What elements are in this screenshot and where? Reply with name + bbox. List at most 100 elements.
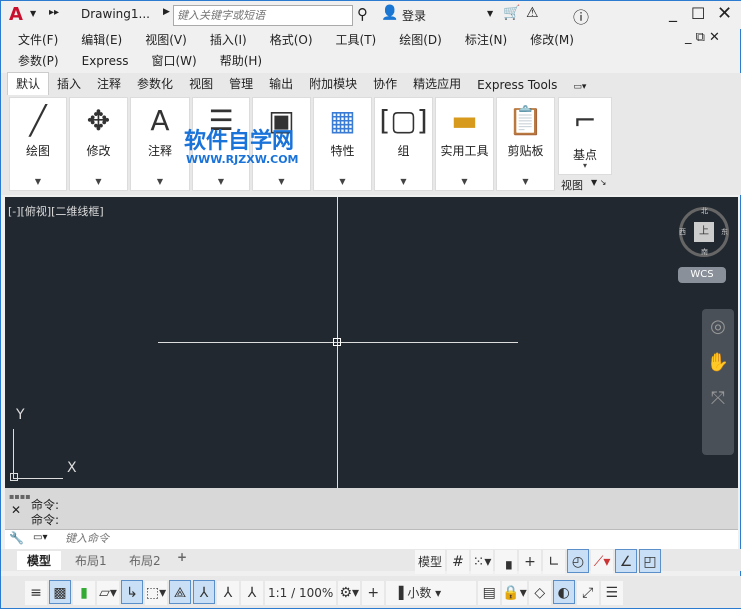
autocad-logo-icon[interactable]: A: [9, 4, 23, 25]
object-snap-icon[interactable]: ◰: [639, 549, 662, 573]
transparency-icon[interactable]: ▩: [49, 580, 71, 604]
customize-icon[interactable]: 🔧: [9, 531, 24, 545]
quick-access-expand-icon[interactable]: ▸▸: [49, 7, 59, 18]
menu-file[interactable]: 文件(F): [18, 31, 58, 48]
doc-window-controls[interactable]: _ ⧉ ✕: [685, 30, 720, 45]
grid-icon[interactable]: #: [447, 550, 470, 574]
chevron-down-icon[interactable]: ▼: [487, 9, 493, 18]
menu-format[interactable]: 格式(O): [270, 31, 313, 48]
annotation-visibility-icon[interactable]: ⅄: [193, 580, 215, 604]
drawing-viewport[interactable]: [-][俯视][二维线框] 北 南 西 东 上 WCS ◎ ✋ ⤧ Y X: [5, 197, 738, 488]
menu-draw[interactable]: 绘图(D): [399, 31, 442, 48]
viewcube-top[interactable]: 上: [694, 222, 714, 242]
command-input[interactable]: [65, 531, 725, 547]
panel-modify[interactable]: ✥ 修改 ▼: [69, 97, 128, 191]
maximize-button[interactable]: ☐: [691, 4, 705, 23]
close-button[interactable]: ✕: [717, 3, 732, 24]
tab-annotate[interactable]: 注释: [89, 73, 129, 95]
tab-addins[interactable]: 附加模块: [301, 73, 365, 95]
tab-layout2[interactable]: 布局2: [121, 551, 169, 570]
3d-osnap-icon[interactable]: ▱▾: [97, 581, 119, 605]
menu-insert[interactable]: 插入(I): [210, 31, 247, 48]
chevron-down-icon[interactable]: ▼: [30, 9, 36, 18]
annotation-monitor-icon[interactable]: +: [362, 581, 385, 605]
tab-parametric[interactable]: 参数化: [129, 73, 181, 95]
user-icon[interactable]: 👤: [381, 5, 398, 21]
menu-express[interactable]: Express: [82, 54, 129, 68]
menu-parametric[interactable]: 参数(P): [18, 52, 59, 69]
customization-menu-icon[interactable]: ☰: [600, 581, 623, 605]
workspace-gear-icon[interactable]: ⚙▾: [338, 581, 361, 605]
isolate-objects-icon[interactable]: ◇: [528, 581, 551, 605]
annotation-scale-select[interactable]: 1:1 / 100%: [265, 581, 337, 605]
panel-clipboard[interactable]: 📋 剪贴板 ▼: [496, 97, 555, 191]
infer-constraints-icon[interactable]: ▗: [495, 550, 518, 574]
polar-tracking-icon[interactable]: ◴: [567, 549, 590, 573]
gizmo-icon[interactable]: ⟁: [169, 580, 191, 604]
pan-icon[interactable]: ✋: [702, 345, 734, 381]
model-space-button[interactable]: 模型: [415, 550, 446, 574]
auto-scale-icon[interactable]: ⅄: [217, 581, 239, 605]
panel-annotation[interactable]: A 注释 ▼: [130, 97, 190, 191]
panel-properties[interactable]: ▦ 特性 ▼: [313, 97, 372, 191]
tab-featured-apps[interactable]: 精选应用: [405, 73, 469, 95]
tab-default[interactable]: 默认: [7, 72, 50, 95]
units-select[interactable]: ▐ 小数 ▾: [386, 581, 477, 605]
tab-output[interactable]: 输出: [261, 73, 301, 95]
dynamic-input-icon[interactable]: +: [519, 550, 542, 574]
menu-view[interactable]: 视图(V): [145, 31, 187, 48]
tab-view[interactable]: 视图: [181, 73, 221, 95]
ribbon-minimize-icon[interactable]: ▭▾: [565, 80, 594, 95]
zoom-extents-icon[interactable]: ⤧: [702, 381, 734, 417]
selection-cycling-icon[interactable]: ▮: [73, 581, 95, 605]
search-input[interactable]: [173, 5, 353, 26]
tab-manage[interactable]: 管理: [221, 73, 261, 95]
menu-modify[interactable]: 修改(M): [530, 31, 574, 48]
navigation-bar[interactable]: ◎ ✋ ⤧: [702, 309, 734, 455]
object-snap-tracking-icon[interactable]: ∠: [615, 549, 638, 573]
menu-tools[interactable]: 工具(T): [336, 31, 377, 48]
tab-express-tools[interactable]: Express Tools: [469, 76, 565, 95]
viewcube-compass[interactable]: 北 南 西 东 上: [679, 207, 729, 257]
panel-utilities[interactable]: ▬ 实用工具 ▼: [435, 97, 494, 191]
steering-wheel-icon[interactable]: ◎: [702, 309, 734, 345]
measure-icon: ▬: [451, 104, 478, 137]
close-icon[interactable]: ✕: [11, 503, 21, 517]
wcs-menu[interactable]: WCS: [678, 267, 726, 283]
tab-collaborate[interactable]: 协作: [365, 73, 405, 95]
command-prompt-icon[interactable]: ▭▾: [33, 532, 47, 543]
panel-draw[interactable]: ╱ 绘图 ▼: [9, 97, 67, 191]
quick-properties-icon[interactable]: ▤: [478, 581, 501, 605]
panel-groups[interactable]: [▢] 组 ▼: [374, 97, 433, 191]
login-button[interactable]: 登录: [402, 7, 426, 24]
chevron-down-icon[interactable]: ▼ ↘: [591, 178, 606, 187]
lineweight-icon[interactable]: ≡: [25, 581, 47, 605]
tab-layout1[interactable]: 布局1: [67, 551, 115, 570]
lock-ui-icon[interactable]: 🔒▾: [502, 581, 527, 605]
ortho-icon[interactable]: ∟: [543, 550, 566, 574]
annotation-scale-icon[interactable]: ⅄: [241, 581, 263, 605]
dynamic-ucs-icon[interactable]: ↳: [121, 580, 143, 604]
clean-screen-icon[interactable]: ⤢: [576, 581, 599, 605]
menu-dimension[interactable]: 标注(N): [465, 31, 507, 48]
panel-base-point[interactable]: ⌐ 基点 ▾: [558, 97, 612, 175]
cart-icon[interactable]: 🛒: [503, 5, 520, 21]
hardware-acceleration-icon[interactable]: ◐: [552, 580, 575, 604]
menu-edit[interactable]: 编辑(E): [81, 31, 122, 48]
grip-icon[interactable]: ▪▪▪▪: [9, 492, 31, 501]
minimize-button[interactable]: _: [669, 3, 677, 22]
menu-help[interactable]: 帮助(H): [220, 52, 262, 69]
tab-model[interactable]: 模型: [17, 551, 62, 570]
viewport-controls[interactable]: [-][俯视][二维线框]: [8, 203, 104, 219]
menu-window[interactable]: 窗口(W): [151, 52, 196, 69]
isodraft-icon[interactable]: ⟋▾: [591, 550, 614, 574]
selection-filter-icon[interactable]: ⬚▾: [145, 581, 167, 605]
autodesk-a360-icon[interactable]: ⚠: [526, 5, 539, 21]
view-panel-label[interactable]: 视图: [561, 177, 583, 193]
search-icon[interactable]: ⚲: [357, 5, 368, 23]
snap-icon[interactable]: ⁙▾: [471, 550, 494, 574]
watermark-url: WWW.RJZXW.COM: [186, 153, 299, 166]
add-layout-button[interactable]: +: [177, 550, 187, 564]
help-icon[interactable]: ⓘ: [573, 4, 589, 28]
tab-insert[interactable]: 插入: [49, 73, 89, 95]
